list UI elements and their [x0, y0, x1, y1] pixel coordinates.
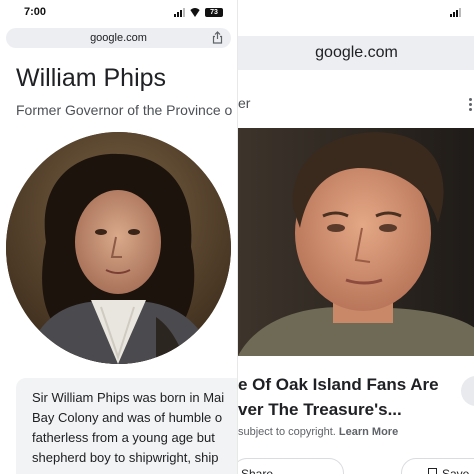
description-card[interactable]: Sir William Phips was born in Mai Bay Co… [16, 378, 237, 474]
copyright-notice: subject to copyright. Learn More [238, 426, 398, 438]
url-text: google.com [90, 32, 147, 44]
portrait-image[interactable] [6, 132, 231, 364]
more-options-icon[interactable] [469, 98, 472, 111]
bookmark-icon [428, 468, 437, 474]
page-title: William Phips [16, 64, 167, 92]
status-bar: 7:00 73 [0, 0, 237, 26]
url-text: google.com [315, 44, 398, 61]
battery-icon: 73 [205, 8, 223, 17]
save-button[interactable]: Save [401, 458, 474, 474]
share-label: Share [241, 467, 274, 474]
page-subtitle: Former Governor of the Province o [16, 102, 233, 118]
status-bar [238, 0, 474, 26]
signal-icon [174, 8, 185, 17]
headline-line: e Of Oak Island Fans Are [238, 375, 439, 394]
status-time: 7:00 [24, 6, 47, 18]
description-text: Sir William Phips was born in Mai Bay Co… [32, 388, 237, 468]
wifi-icon [189, 8, 201, 17]
side-action-button[interactable] [461, 376, 474, 406]
subtitle-fragment: er [238, 95, 251, 111]
save-label: Save [442, 467, 470, 474]
address-bar[interactable]: google.com [238, 36, 474, 70]
left-screenshot: 7:00 73 google.com William Phips Former … [0, 0, 237, 474]
copyright-text: subject to copyright. [238, 426, 336, 438]
share-icon[interactable] [212, 31, 223, 44]
man-photo[interactable] [238, 128, 474, 356]
description-line: Sir William Phips was born in Mai [32, 390, 225, 405]
share-arrow-icon [237, 468, 238, 474]
article-headline[interactable]: e Of Oak Island Fans Are ver The Treasur… [238, 372, 439, 422]
share-button[interactable]: Share [237, 458, 344, 474]
headline-line: ver The Treasure's... [238, 400, 402, 419]
status-icons: 73 [174, 8, 223, 17]
status-icons [450, 8, 461, 17]
portrait-painting [6, 132, 231, 364]
description-line: Bay Colony and was of humble o [32, 410, 223, 425]
address-bar[interactable]: google.com [6, 28, 231, 48]
man-photo-image [238, 128, 474, 356]
right-screenshot: google.com er e Of Oak Island Fans Are v… [237, 0, 474, 474]
description-line: shepherd boy to shipwright, ship [32, 450, 219, 465]
signal-icon [450, 8, 461, 17]
learn-more-link[interactable]: Learn More [339, 426, 398, 438]
description-line: fatherless from a young age but [32, 430, 215, 445]
